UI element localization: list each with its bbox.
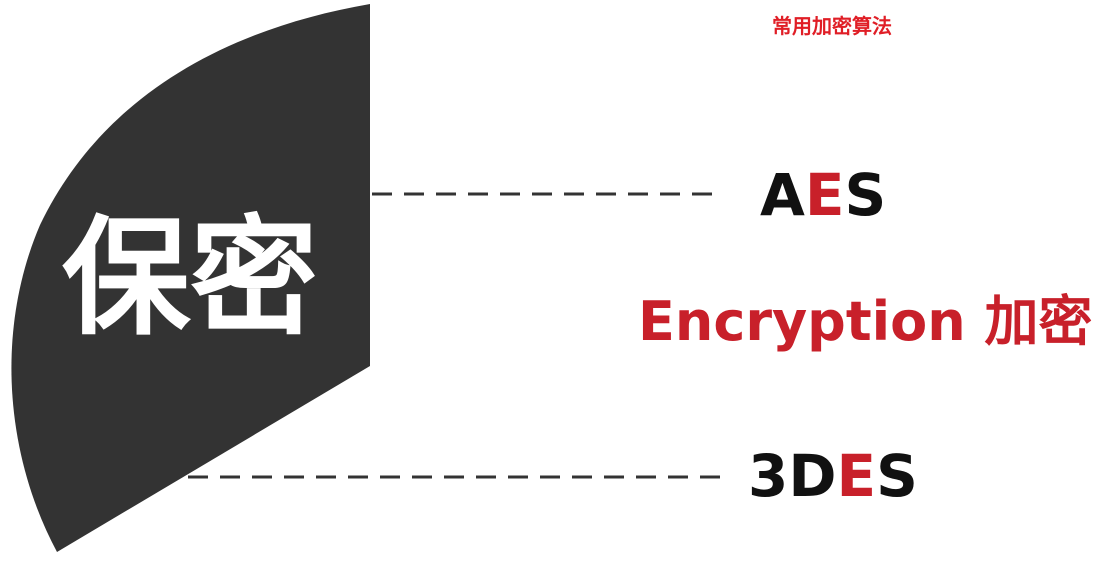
category-label: Encryption 加密: [638, 290, 1093, 353]
3des-part-3d: 3D: [748, 442, 837, 510]
3des-part-s: S: [876, 442, 918, 510]
algorithm-label-3des: 3DES: [748, 442, 918, 510]
aes-part-e: E: [805, 161, 845, 229]
algorithm-label-aes: AES: [760, 161, 886, 229]
aes-part-s: S: [845, 161, 887, 229]
aes-part-a: A: [760, 161, 805, 229]
center-label: 保密: [62, 204, 318, 353]
header-title: 常用加密算法: [772, 14, 892, 38]
encryption-diagram: 保密 常用加密算法 AES Encryption 加密 3DES: [11, 4, 1093, 552]
3des-part-e: E: [837, 442, 877, 510]
